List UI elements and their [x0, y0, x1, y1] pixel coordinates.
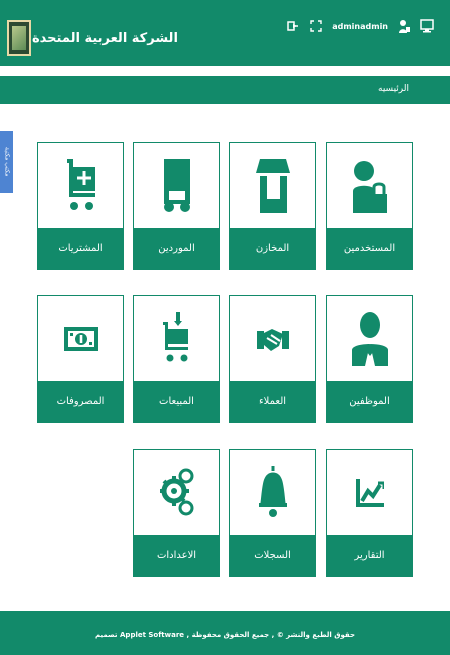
card-sales[interactable]: المبيعات [133, 295, 220, 423]
company-logo[interactable] [7, 20, 31, 56]
top-actions: adminadmin [286, 14, 434, 38]
users-lock-icon [352, 161, 387, 213]
top-navbar: الشركة العربية المتحدة adminadmin [0, 0, 450, 66]
card-suppliers[interactable]: الموردين [133, 142, 220, 270]
cart-down-icon [162, 312, 188, 362]
desktop-icon[interactable] [420, 18, 434, 34]
username[interactable]: adminadmin [332, 22, 388, 31]
card-stores[interactable]: المخازن [229, 142, 316, 270]
card-users[interactable]: المستخدمين [326, 142, 413, 270]
footer: تصميم Applet Software , حقوق الطبع والنش… [0, 611, 450, 655]
card-customers[interactable]: العملاء [229, 295, 316, 423]
money-icon [63, 327, 98, 351]
user-lock-icon[interactable] [397, 18, 411, 34]
brand-title: الشركة العربية المتحدة [32, 31, 178, 46]
card-purchases[interactable]: المشتريات [37, 142, 124, 270]
card-reports[interactable]: التقارير [326, 449, 413, 577]
card-logs[interactable]: السجلات [229, 449, 316, 577]
side-tab[interactable]: مكتب مكتبة [0, 131, 13, 193]
handshake-icon [256, 329, 289, 351]
employee-icon [351, 312, 388, 366]
gears-icon [159, 468, 193, 516]
truck-icon [163, 159, 190, 212]
bell-icon [258, 466, 287, 517]
card-settings[interactable]: الاعدادات [133, 449, 220, 577]
breadcrumb-bar: الرئيسيه [0, 76, 450, 104]
breadcrumb[interactable]: الرئيسيه [378, 84, 409, 94]
card-expenses[interactable]: المصروفات [37, 295, 124, 423]
copyright: تصميم Applet Software , حقوق الطبع والنش… [95, 631, 355, 639]
store-icon [255, 159, 290, 213]
fullscreen-icon[interactable] [309, 18, 323, 34]
cart-plus-icon [66, 159, 95, 210]
card-employees[interactable]: الموظفين [326, 295, 413, 423]
logout-icon[interactable] [286, 18, 300, 34]
chart-icon [355, 479, 384, 507]
